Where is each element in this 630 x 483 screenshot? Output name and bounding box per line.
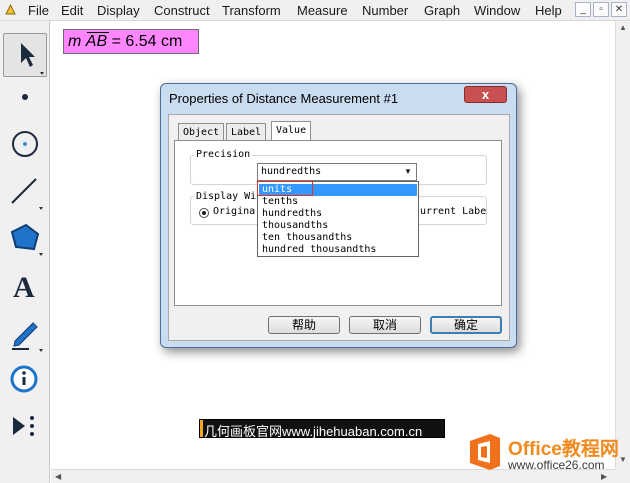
- close-window-button[interactable]: ✕: [611, 2, 627, 17]
- sketchpad-app-icon[interactable]: [4, 3, 17, 16]
- dropdown-option-ten-thousandths[interactable]: ten thousandths: [259, 232, 417, 244]
- marker-pen-icon: [12, 322, 43, 352]
- office-logo-name: Office教程网: [508, 439, 619, 460]
- precision-select-value: hundredths: [261, 166, 322, 177]
- chevron-down-icon[interactable]: ▼: [401, 165, 415, 179]
- information-tool[interactable]: [3, 357, 47, 401]
- dropdown-option-thousandths[interactable]: thousandths: [259, 220, 417, 232]
- restore-button[interactable]: ▫: [593, 2, 609, 17]
- arrow-select-tool[interactable]: [3, 33, 47, 77]
- restore-icon: ▫: [599, 4, 603, 15]
- office-logo-icon: [470, 434, 500, 470]
- radio-original-label: Origina: [213, 206, 256, 217]
- custom-tool[interactable]: [3, 405, 47, 449]
- scroll-left-icon[interactable]: ◀: [55, 472, 61, 481]
- menu-graph[interactable]: Graph: [424, 3, 460, 18]
- dropdown-option-hundred-thousandths[interactable]: hundred thousandths: [259, 244, 417, 256]
- vertical-scrollbar[interactable]: ▲ ▼: [615, 21, 630, 469]
- menu-measure[interactable]: Measure: [297, 3, 348, 18]
- office-logo-watermark: Office教程网 www.office26.com: [466, 431, 619, 476]
- menu-bar: File Edit Display Construct Transform Me…: [0, 0, 630, 21]
- ok-button[interactable]: 确定: [430, 316, 502, 334]
- measurement-prefix: m: [68, 33, 82, 50]
- arrow-select-icon: [21, 43, 44, 75]
- scroll-down-icon[interactable]: ▼: [619, 455, 627, 464]
- dropdown-option-tenths[interactable]: tenths: [259, 196, 417, 208]
- dialog-title: Properties of Distance Measurement #1: [169, 91, 399, 106]
- site-watermark-text: 几何画板官网www.jihehuaban.com.cn: [204, 424, 423, 439]
- dropdown-option-hundredths[interactable]: hundredths: [259, 208, 417, 220]
- cancel-button[interactable]: 取消: [349, 316, 421, 334]
- polygon-icon: [10, 223, 43, 256]
- distance-measurement[interactable]: m AB = 6.54 cm: [63, 29, 199, 54]
- menu-number[interactable]: Number: [362, 3, 408, 18]
- menu-help[interactable]: Help: [535, 3, 562, 18]
- highlight-box: [257, 181, 313, 196]
- radio-original[interactable]: [199, 208, 209, 218]
- svg-text:A: A: [13, 271, 35, 304]
- close-icon: x: [481, 87, 490, 102]
- point-icon: [22, 94, 28, 100]
- menu-display[interactable]: Display: [97, 3, 140, 18]
- office-logo-url: www.office26.com: [508, 458, 605, 472]
- watermark-accent: [200, 420, 203, 437]
- segment-name: AB: [85, 32, 109, 50]
- site-watermark: 几何画板官网www.jihehuaban.com.cn: [199, 419, 445, 439]
- dialog-close-button[interactable]: x: [464, 86, 507, 103]
- scroll-up-icon[interactable]: ▲: [619, 23, 627, 32]
- precision-group-label: Precision: [194, 149, 253, 160]
- segment-overline: [86, 32, 109, 33]
- straightedge-tool[interactable]: [3, 169, 47, 213]
- precision-select[interactable]: hundredths ▼: [257, 163, 417, 181]
- compass-tool[interactable]: [3, 123, 47, 167]
- text-icon: A: [13, 271, 35, 304]
- menu-edit[interactable]: Edit: [61, 3, 83, 18]
- polygon-tool[interactable]: [3, 215, 47, 259]
- minimize-icon: _: [580, 4, 586, 15]
- close-icon: ✕: [614, 4, 624, 15]
- toolbox: A: [0, 21, 50, 483]
- menu-construct[interactable]: Construct: [154, 3, 210, 18]
- tab-value[interactable]: Value: [271, 121, 312, 142]
- menu-transform[interactable]: Transform: [222, 3, 281, 18]
- scrollbar-corner: [615, 469, 630, 483]
- compass-circle-icon: [12, 131, 38, 157]
- radio-current-label: urrent Labe: [420, 206, 487, 217]
- help-button[interactable]: 帮助: [268, 316, 340, 334]
- segment-icon: [11, 178, 43, 210]
- text-tool[interactable]: A: [3, 263, 47, 307]
- menu-file[interactable]: File: [28, 3, 49, 18]
- menu-window[interactable]: Window: [474, 3, 520, 18]
- custom-tool-icon: [13, 416, 34, 436]
- marker-tool[interactable]: [3, 311, 47, 355]
- display-group-label: Display Wi: [194, 191, 259, 202]
- point-tool[interactable]: [3, 77, 47, 121]
- measurement-value: = 6.54 cm: [111, 33, 183, 50]
- tab-object[interactable]: Object: [178, 123, 225, 141]
- tab-label[interactable]: Label: [226, 123, 267, 141]
- minimize-button[interactable]: _: [575, 2, 591, 17]
- information-icon: [10, 365, 38, 393]
